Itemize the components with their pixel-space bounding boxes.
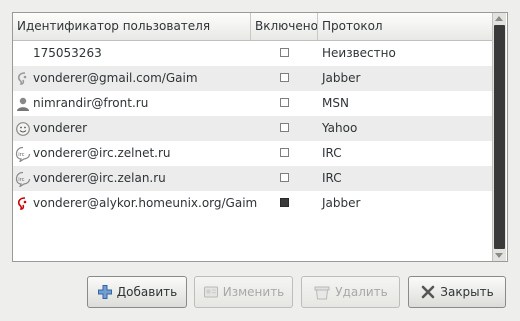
delete-button-label: Удалить bbox=[335, 285, 388, 299]
account-row[interactable]: 175053263 Неизвестно bbox=[13, 41, 492, 66]
irc-icon: irc bbox=[15, 171, 31, 188]
scroll-up-arrow-icon[interactable] bbox=[495, 16, 503, 21]
account-protocol: MSN bbox=[322, 96, 349, 110]
account-row[interactable]: irc vonderer@irc.zelnet.ru IRC bbox=[13, 141, 492, 166]
account-protocol: Jabber bbox=[322, 196, 361, 210]
scroll-thumb[interactable] bbox=[494, 25, 505, 249]
account-row[interactable]: vonderer@gmail.com/Gaim Jabber bbox=[13, 66, 492, 91]
add-button-label: Добавить bbox=[116, 285, 178, 299]
jabber-icon bbox=[15, 71, 31, 87]
account-row[interactable]: vonderer@alykor.homeunix.org/Gaim Jabber bbox=[13, 191, 492, 216]
account-rows: 175053263 Неизвестно vonderer@gmail.com/… bbox=[13, 41, 492, 216]
close-button-label: Закрыть bbox=[440, 285, 494, 299]
enabled-checkbox[interactable] bbox=[280, 173, 289, 182]
account-row[interactable]: vonderer Yahoo bbox=[13, 116, 492, 141]
plus-icon bbox=[97, 284, 113, 300]
account-user: vonderer bbox=[33, 121, 88, 135]
close-icon bbox=[420, 284, 436, 300]
account-user: nimrandir@front.ru bbox=[33, 96, 149, 110]
account-row[interactable]: nimrandir@front.ru MSN bbox=[13, 91, 492, 116]
account-protocol: Jabber bbox=[322, 71, 361, 85]
scroll-down-arrow-icon[interactable] bbox=[495, 253, 503, 258]
enabled-checkbox[interactable] bbox=[280, 198, 289, 207]
account-user: vonderer@gmail.com/Gaim bbox=[33, 71, 198, 85]
account-protocol: Yahoo bbox=[322, 121, 358, 135]
enabled-checkbox[interactable] bbox=[280, 98, 289, 107]
column-header-protocol[interactable]: Протокол bbox=[318, 13, 494, 40]
modify-button[interactable]: Изменить bbox=[194, 276, 293, 308]
enabled-checkbox[interactable] bbox=[280, 148, 289, 157]
svg-text:irc: irc bbox=[18, 152, 24, 158]
yahoo-icon bbox=[15, 121, 31, 137]
close-button[interactable]: Закрыть bbox=[408, 276, 506, 308]
enabled-checkbox[interactable] bbox=[280, 73, 289, 82]
account-row[interactable]: irc vonderer@irc.zelan.ru IRC bbox=[13, 166, 492, 191]
svg-text:irc: irc bbox=[18, 177, 24, 183]
irc-icon: irc bbox=[15, 146, 31, 163]
column-header-user[interactable]: Идентификатор пользователя bbox=[13, 13, 251, 40]
edit-icon bbox=[203, 284, 219, 300]
delete-button[interactable]: Удалить bbox=[301, 276, 400, 308]
account-user: vonderer@irc.zelnet.ru bbox=[33, 146, 171, 160]
modify-button-label: Изменить bbox=[222, 285, 285, 299]
trash-icon bbox=[313, 284, 331, 300]
enabled-checkbox[interactable] bbox=[280, 123, 289, 132]
account-user: vonderer@alykor.homeunix.org/Gaim bbox=[33, 196, 258, 210]
account-protocol: IRC bbox=[322, 171, 342, 185]
enabled-checkbox[interactable] bbox=[280, 48, 289, 57]
vertical-scrollbar[interactable] bbox=[492, 13, 506, 261]
column-header-enabled[interactable]: Включено bbox=[251, 13, 318, 40]
add-button[interactable]: Добавить bbox=[87, 276, 187, 308]
accounts-list[interactable]: Идентификатор пользователя Включено Прот… bbox=[12, 12, 508, 262]
account-protocol: IRC bbox=[322, 146, 342, 160]
jabber-active-icon bbox=[15, 196, 31, 212]
no-icon bbox=[15, 46, 31, 62]
account-protocol: Неизвестно bbox=[322, 46, 396, 60]
msn-icon bbox=[15, 96, 31, 112]
account-user: 175053263 bbox=[33, 46, 102, 60]
account-user: vonderer@irc.zelan.ru bbox=[33, 171, 166, 185]
list-header: Идентификатор пользователя Включено Прот… bbox=[13, 13, 492, 41]
